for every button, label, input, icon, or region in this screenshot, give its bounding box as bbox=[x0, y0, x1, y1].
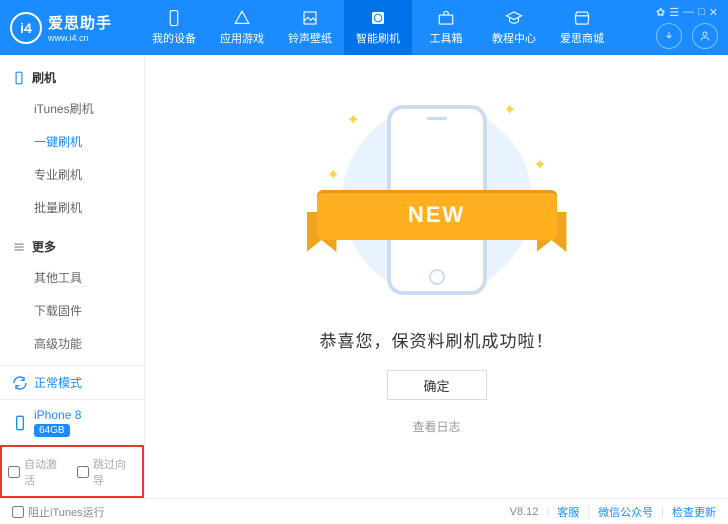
sidebar-item-pro-flash[interactable]: 专业刷机 bbox=[0, 158, 144, 191]
sidebar-item-batch-flash[interactable]: 批量刷机 bbox=[0, 191, 144, 224]
store-icon bbox=[572, 9, 592, 27]
sidebar-item-oneclick-flash[interactable]: 一键刷机 bbox=[0, 125, 144, 158]
sidebar: 刷机 iTunes刷机 一键刷机 专业刷机 批量刷机 更多 其他工具 下载固件 … bbox=[0, 55, 145, 498]
nav-flash[interactable]: 智能刷机 bbox=[344, 0, 412, 55]
user-button[interactable] bbox=[692, 23, 718, 49]
nav-my-device[interactable]: 我的设备 bbox=[140, 0, 208, 55]
brand-subtitle: www.i4.cn bbox=[48, 33, 112, 43]
sidebar-section-more: 更多 bbox=[0, 232, 144, 261]
refresh-icon bbox=[12, 375, 28, 391]
phone-icon bbox=[164, 9, 184, 27]
footer-update-link[interactable]: 检查更新 bbox=[672, 504, 716, 520]
list-icon bbox=[12, 240, 26, 254]
status-bar: 阻止iTunes运行 V8.12 | 客服 | 微信公众号 | 检查更新 bbox=[0, 498, 728, 524]
sidebar-item-other-tools[interactable]: 其他工具 bbox=[0, 261, 144, 294]
success-illustration: ✦✦✦✦ NEW bbox=[327, 95, 547, 305]
brand-title: 爱思助手 bbox=[48, 12, 112, 33]
nav-apps[interactable]: 应用游戏 bbox=[208, 0, 276, 55]
sidebar-item-itunes-flash[interactable]: iTunes刷机 bbox=[0, 92, 144, 125]
device-name: iPhone 8 bbox=[34, 408, 81, 422]
main-panel: ✦✦✦✦ NEW 恭喜您，保资料刷机成功啦！ 确定 查看日志 bbox=[145, 55, 728, 498]
nav-ringtone[interactable]: 铃声壁纸 bbox=[276, 0, 344, 55]
device-storage: 64GB bbox=[34, 424, 70, 437]
success-message: 恭喜您，保资料刷机成功啦！ bbox=[320, 327, 554, 352]
nav-tutorial[interactable]: 教程中心 bbox=[480, 0, 548, 55]
wallpaper-icon bbox=[300, 9, 320, 27]
window-controls[interactable]: ✿ ☰ — □ ✕ bbox=[656, 6, 718, 19]
view-log-link[interactable]: 查看日志 bbox=[412, 418, 460, 435]
footer-wechat-link[interactable]: 微信公众号 bbox=[598, 504, 653, 520]
flash-options: 自动激活 跳过向导 bbox=[0, 445, 144, 498]
app-header: i4 爱思助手 www.i4.cn 我的设备 应用游戏 铃声壁纸 智能刷机 bbox=[0, 0, 728, 55]
ok-button[interactable]: 确定 bbox=[387, 370, 487, 400]
nav-toolbox[interactable]: 工具箱 bbox=[412, 0, 480, 55]
logo-icon: i4 bbox=[10, 12, 42, 44]
sidebar-section-flash: 刷机 bbox=[0, 63, 144, 92]
phone-icon bbox=[12, 71, 26, 85]
nav-store[interactable]: 爱思商城 bbox=[548, 0, 616, 55]
sidebar-item-advanced[interactable]: 高级功能 bbox=[0, 327, 144, 360]
device-indicator[interactable]: iPhone 8 64GB bbox=[0, 399, 144, 445]
top-nav: 我的设备 应用游戏 铃声壁纸 智能刷机 工具箱 教程中心 bbox=[140, 0, 616, 55]
version-label: V8.12 bbox=[510, 506, 539, 518]
download-button[interactable] bbox=[656, 23, 682, 49]
auto-activate-checkbox[interactable]: 自动激活 bbox=[8, 456, 67, 488]
ribbon-label: NEW bbox=[317, 190, 557, 240]
toolbox-icon bbox=[436, 9, 456, 27]
device-icon bbox=[12, 415, 28, 431]
footer-support-link[interactable]: 客服 bbox=[557, 504, 579, 520]
block-itunes-checkbox[interactable]: 阻止iTunes运行 bbox=[12, 504, 105, 520]
sidebar-item-download-fw[interactable]: 下载固件 bbox=[0, 294, 144, 327]
graduation-icon bbox=[504, 9, 524, 27]
brand-logo: i4 爱思助手 www.i4.cn bbox=[10, 12, 140, 44]
skip-guide-checkbox[interactable]: 跳过向导 bbox=[77, 456, 136, 488]
mode-indicator[interactable]: 正常模式 bbox=[0, 365, 144, 399]
sync-icon bbox=[368, 9, 388, 27]
apps-icon bbox=[232, 9, 252, 27]
